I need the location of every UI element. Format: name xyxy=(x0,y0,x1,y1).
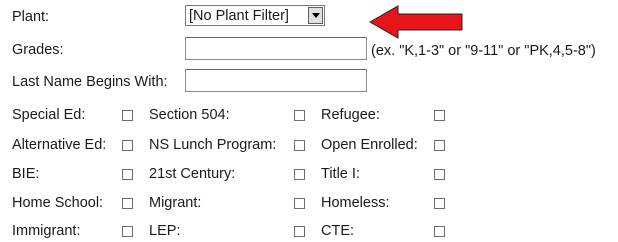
section-504-checkbox[interactable] xyxy=(294,110,305,121)
immigrant-checkbox[interactable] xyxy=(122,226,133,237)
chevron-down-icon[interactable] xyxy=(308,7,323,24)
open-enrolled-label: Open Enrolled: xyxy=(321,137,418,153)
cte-checkbox[interactable] xyxy=(434,226,445,237)
red-arrow-annotation xyxy=(368,5,463,39)
cte-label: CTE: xyxy=(321,223,355,239)
homeless-label: Homeless: xyxy=(321,195,390,211)
last-name-input[interactable] xyxy=(185,69,367,92)
title-1-checkbox[interactable] xyxy=(434,169,445,180)
refugee-label: Refugee: xyxy=(321,107,380,123)
migrant-checkbox[interactable] xyxy=(294,198,305,209)
grades-input[interactable] xyxy=(185,37,367,60)
grades-label: Grades: xyxy=(12,42,64,58)
bie-checkbox[interactable] xyxy=(122,169,133,180)
open-enrolled-checkbox[interactable] xyxy=(434,140,445,151)
alternative-ed-checkbox[interactable] xyxy=(122,140,133,151)
refugee-checkbox[interactable] xyxy=(434,110,445,121)
plant-filter-select[interactable]: [No Plant Filter] xyxy=(185,5,325,26)
lep-checkbox[interactable] xyxy=(294,226,305,237)
ns-lunch-checkbox[interactable] xyxy=(294,140,305,151)
title-1-label: Title I: xyxy=(321,166,360,182)
21st-century-checkbox[interactable] xyxy=(294,169,305,180)
bie-label: BIE: xyxy=(12,166,40,182)
plant-filter-value: [No Plant Filter] xyxy=(189,8,289,24)
special-ed-checkbox[interactable] xyxy=(122,110,133,121)
section-504-label: Section 504: xyxy=(149,107,230,123)
21st-century-label: 21st Century: xyxy=(149,166,236,182)
homeless-checkbox[interactable] xyxy=(434,198,445,209)
special-ed-label: Special Ed: xyxy=(12,107,86,123)
migrant-label: Migrant: xyxy=(149,195,202,211)
lep-label: LEP: xyxy=(149,223,181,239)
immigrant-label: Immigrant: xyxy=(12,223,81,239)
home-school-checkbox[interactable] xyxy=(122,198,133,209)
plant-label: Plant: xyxy=(12,9,50,25)
last-name-label: Last Name Begins With: xyxy=(12,74,168,90)
ns-lunch-label: NS Lunch Program: xyxy=(149,137,277,153)
alternative-ed-label: Alternative Ed: xyxy=(12,137,107,153)
grades-hint: (ex. "K,1-3" or "9-11" or "PK,4,5-8") xyxy=(371,43,596,59)
home-school-label: Home School: xyxy=(12,195,104,211)
